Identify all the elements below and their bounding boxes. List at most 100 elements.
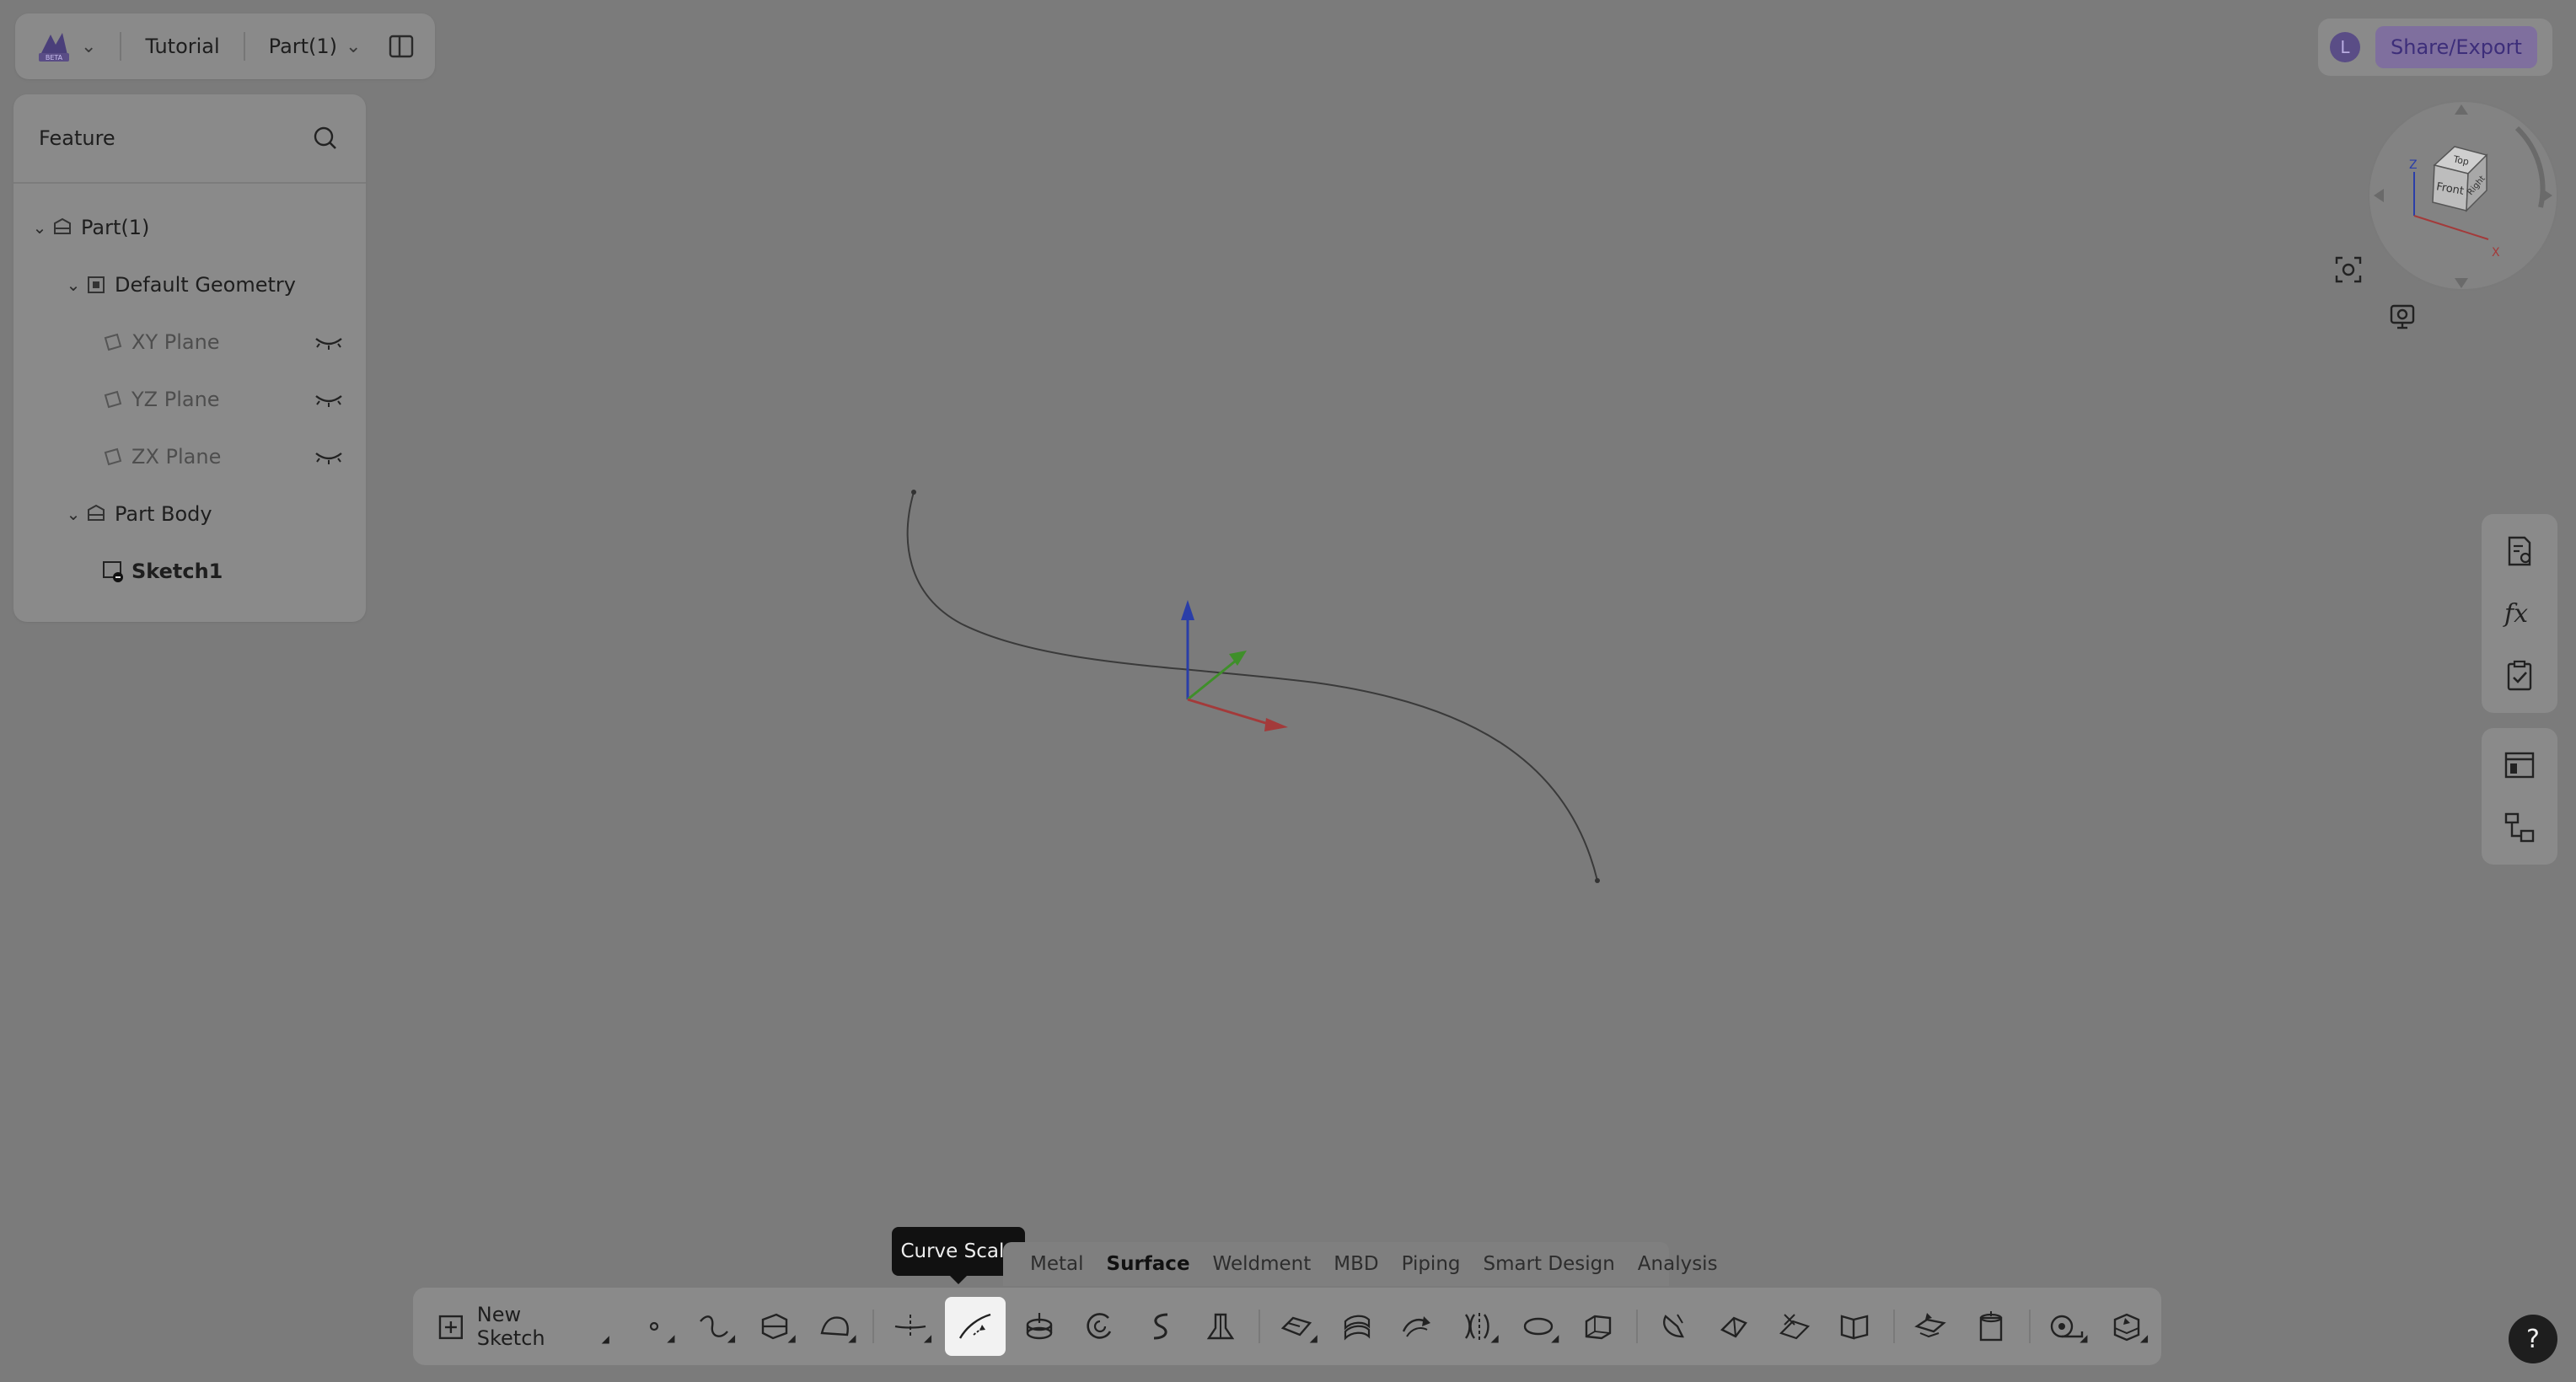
section-view-button[interactable]: ◢ — [2101, 1297, 2153, 1356]
axis-z-label: Z — [2409, 158, 2418, 172]
delete-face-icon — [1979, 1311, 2003, 1342]
tab-mbd[interactable]: MBD — [1334, 1253, 1378, 1275]
tab-weldment[interactable]: Weldment — [1213, 1253, 1312, 1275]
part-selector-label: Part(1) — [268, 35, 338, 58]
plane-tool-button[interactable]: ◢ — [749, 1297, 801, 1356]
knit-icon — [1840, 1315, 1868, 1340]
thicken-surface-button[interactable] — [1331, 1297, 1383, 1356]
eye-closed-icon[interactable] — [314, 447, 344, 467]
curve-endpoint-start[interactable] — [911, 490, 916, 495]
sweep-surface-button[interactable] — [1135, 1297, 1187, 1356]
avatar[interactable]: L — [2330, 32, 2360, 62]
fill-surface-button[interactable]: ◢ — [1512, 1297, 1564, 1356]
app-logo[interactable]: BETA — [34, 26, 74, 67]
layout-panel-button[interactable] — [2498, 743, 2541, 787]
dropdown-caret-icon: ◢ — [667, 1332, 675, 1344]
boundary-surface-button[interactable] — [1572, 1297, 1624, 1356]
search-button[interactable] — [310, 123, 341, 153]
offset-surface-button[interactable]: ◢ — [1270, 1297, 1323, 1356]
tree-item-default-geometry[interactable]: ⌄ Default Geometry — [13, 256, 366, 313]
tree-item-label: Default Geometry — [115, 273, 296, 297]
project-name[interactable]: Tutorial — [145, 35, 219, 58]
help-button[interactable]: ? — [2509, 1315, 2557, 1363]
toolbar-divider — [872, 1310, 875, 1343]
logo-icon: BETA — [39, 33, 69, 62]
plane-icon — [101, 330, 125, 354]
divider — [243, 32, 245, 61]
view-cube[interactable]: Top Front Right Z X — [2360, 93, 2563, 295]
tab-piping[interactable]: Piping — [1402, 1253, 1461, 1275]
curve-scale-icon — [958, 1313, 991, 1339]
extend-surface-button[interactable] — [1391, 1297, 1443, 1356]
dropdown-caret-icon: ◢ — [2139, 1332, 2149, 1344]
document-settings-button[interactable] — [2498, 529, 2541, 573]
untrim-surface-button[interactable] — [1709, 1297, 1761, 1356]
trim-surface-button[interactable] — [1648, 1297, 1700, 1356]
dropdown-caret-icon: ◢ — [727, 1332, 736, 1344]
chevron-down-icon[interactable]: ⌄ — [81, 36, 96, 57]
formula-button[interactable]: fx — [2498, 592, 2541, 635]
extrude-surface-button[interactable] — [1014, 1297, 1066, 1356]
zoom-fit-button[interactable] — [2330, 251, 2367, 288]
curve-endpoint-end[interactable] — [1595, 878, 1600, 883]
curve-icon — [700, 1315, 729, 1337]
new-sketch-button[interactable]: New Sketch ◢ — [437, 1303, 609, 1350]
tab-analysis[interactable]: Analysis — [1638, 1253, 1718, 1275]
eye-closed-icon[interactable] — [314, 389, 344, 410]
document-settings-icon — [2508, 536, 2531, 566]
point-tool-button[interactable]: ◢ — [628, 1297, 680, 1356]
tab-surface[interactable]: Surface — [1107, 1253, 1190, 1275]
point-icon — [649, 1321, 658, 1331]
check-list-button[interactable] — [2498, 654, 2541, 698]
replace-face-button[interactable] — [1905, 1297, 1957, 1356]
dropdown-caret-icon: ◢ — [2080, 1332, 2088, 1344]
camera-view-button[interactable] — [2384, 298, 2421, 335]
chevron-down-icon[interactable]: ⌄ — [62, 275, 84, 295]
right-tools-group-2 — [2482, 728, 2557, 865]
chevron-down-icon: ⌄ — [346, 35, 362, 57]
share-export-button[interactable]: Share/Export — [2375, 26, 2537, 68]
3d-viewport[interactable] — [0, 0, 2576, 1382]
measure-button[interactable]: ◢ — [2041, 1297, 2093, 1356]
panel-toggle-button[interactable] — [386, 31, 416, 62]
part-selector[interactable]: Part(1) ⌄ — [269, 35, 362, 58]
surface-patch-button[interactable]: ◢ — [809, 1297, 861, 1356]
chevron-down-icon[interactable]: ⌄ — [29, 217, 51, 238]
tree-item-label: XY Plane — [131, 330, 220, 354]
svg-text:BETA: BETA — [46, 54, 63, 62]
tree-item-sketch1[interactable]: Sketch1 — [13, 543, 366, 600]
revolve-surface-button[interactable] — [1074, 1297, 1126, 1356]
split-surface-button[interactable] — [1768, 1297, 1821, 1356]
assembly-structure-button[interactable] — [2498, 806, 2541, 849]
curve-tool-button[interactable]: ◢ — [689, 1297, 741, 1356]
sketch-curve[interactable] — [906, 491, 1598, 881]
tree-item-label: YZ Plane — [131, 388, 220, 411]
tab-smart-design[interactable]: Smart Design — [1484, 1253, 1615, 1275]
plane-icon — [101, 445, 125, 469]
knit-surface-button[interactable] — [1829, 1297, 1881, 1356]
toolbar-divider — [2028, 1310, 2031, 1343]
loft-surface-button[interactable] — [1195, 1297, 1248, 1356]
chevron-down-icon[interactable]: ⌄ — [62, 504, 84, 524]
geometry-group-icon — [84, 273, 108, 297]
new-sketch-label: New Sketch — [476, 1303, 545, 1350]
boundary-surface-icon — [1585, 1315, 1612, 1340]
zoom-fit-icon — [2335, 256, 2362, 283]
tab-metal[interactable]: Metal — [1030, 1253, 1084, 1275]
loft-icon — [1207, 1313, 1235, 1340]
tree-item-yz-plane[interactable]: YZ Plane — [13, 371, 366, 428]
tree-item-part[interactable]: ⌄ Part(1) — [13, 199, 366, 256]
tree-item-zx-plane[interactable]: ZX Plane — [13, 428, 366, 485]
origin-triad — [1181, 600, 1288, 731]
toolbar-divider — [1892, 1310, 1895, 1343]
sketch-icon — [101, 560, 125, 583]
curve-scale-button[interactable] — [945, 1297, 1006, 1356]
eye-closed-icon[interactable] — [314, 332, 344, 352]
intersection-curve-button[interactable]: ◢ — [884, 1297, 936, 1356]
delete-face-button[interactable] — [1965, 1297, 2017, 1356]
dropdown-caret-icon: ◢ — [1551, 1332, 1559, 1344]
tree-item-part-body[interactable]: ⌄ Part Body — [13, 485, 366, 543]
dropdown-caret-icon: ◢ — [1309, 1332, 1318, 1344]
tree-item-xy-plane[interactable]: XY Plane — [13, 313, 366, 371]
mirror-surface-button[interactable]: ◢ — [1452, 1297, 1504, 1356]
